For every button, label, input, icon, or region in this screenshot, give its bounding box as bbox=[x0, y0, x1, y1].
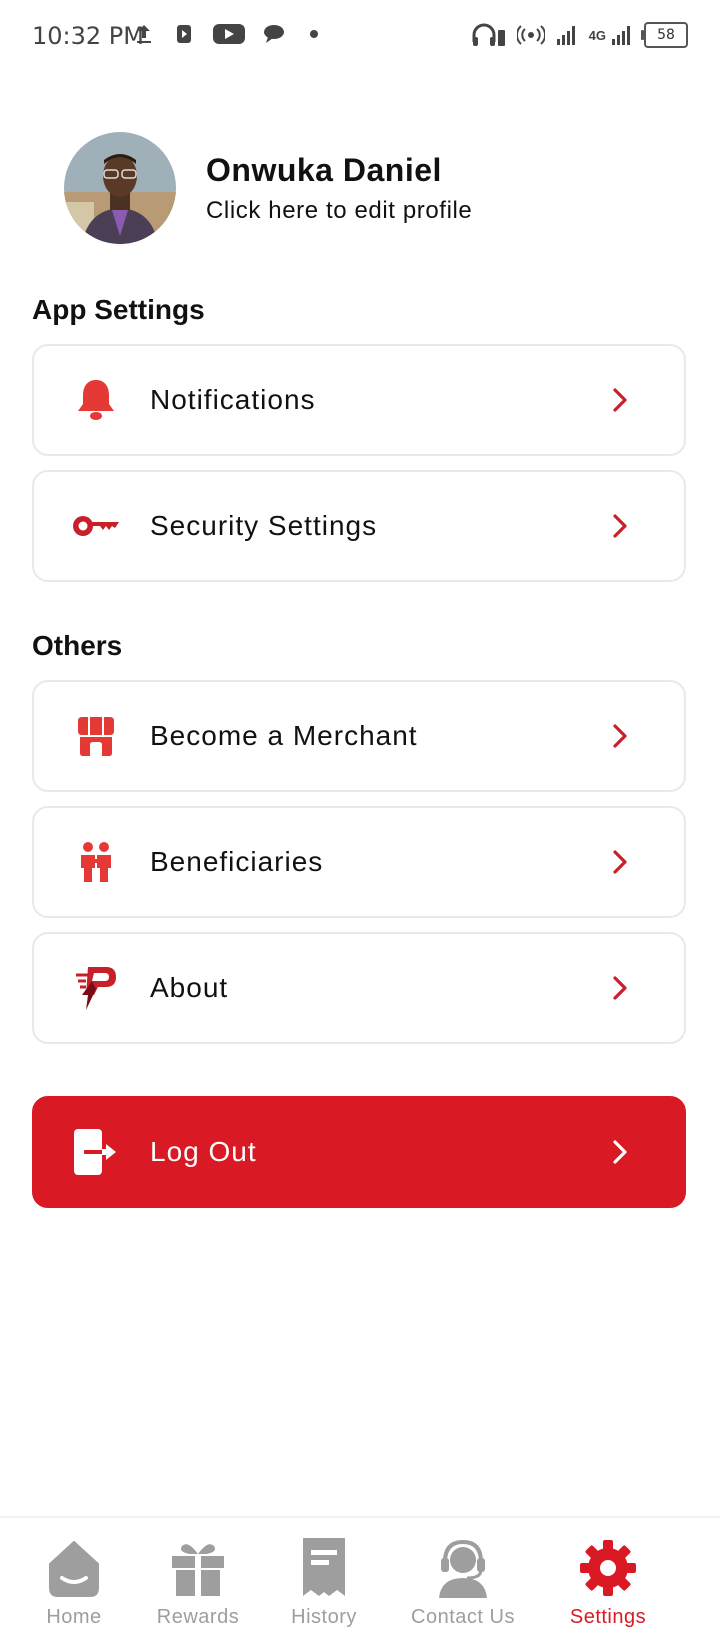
settings-item-notifications[interactable]: Notifications bbox=[32, 344, 686, 456]
settings-item-beneficiaries[interactable]: Beneficiaries bbox=[32, 806, 686, 918]
nav-label: Home bbox=[46, 1606, 102, 1628]
edit-profile-link[interactable]: Click here to edit profile bbox=[206, 197, 472, 225]
nav-label: Contact Us bbox=[411, 1606, 515, 1628]
nav-home[interactable]: Home bbox=[4, 1536, 144, 1629]
logout-button[interactable]: Log Out bbox=[32, 1096, 686, 1208]
nav-settings[interactable]: Settings bbox=[538, 1536, 678, 1629]
status-time: 10:32 PM bbox=[32, 22, 144, 50]
upload-icon bbox=[137, 25, 151, 43]
item-label: Security Settings bbox=[150, 510, 378, 541]
chevron-right-icon bbox=[613, 976, 627, 1000]
avatar[interactable] bbox=[64, 132, 176, 244]
store-icon bbox=[66, 706, 126, 766]
network-4g-label: 4G bbox=[588, 27, 606, 43]
brand-logo-icon bbox=[66, 958, 126, 1018]
signal-icon bbox=[556, 26, 575, 45]
gear-icon bbox=[538, 1536, 678, 1598]
nav-label: Rewards bbox=[156, 1606, 240, 1628]
chevron-right-icon bbox=[613, 1140, 627, 1164]
key-icon bbox=[66, 496, 126, 556]
message-icon bbox=[264, 25, 284, 43]
dot-icon bbox=[310, 30, 318, 38]
home-icon bbox=[4, 1536, 144, 1598]
people-icon bbox=[66, 832, 126, 892]
chevron-right-icon bbox=[613, 850, 627, 874]
nav-rewards[interactable]: Rewards bbox=[128, 1536, 268, 1629]
nav-label: History bbox=[291, 1606, 357, 1628]
item-label: About bbox=[150, 972, 229, 1003]
battery-icon: 58 bbox=[641, 22, 688, 48]
item-label: Become a Merchant bbox=[150, 720, 418, 751]
section-title-others: Others bbox=[32, 630, 123, 661]
settings-item-about[interactable]: About bbox=[32, 932, 686, 1044]
signal-4g-icon bbox=[612, 26, 630, 45]
section-title-app-settings: App Settings bbox=[32, 294, 205, 325]
hotspot-icon bbox=[516, 25, 545, 45]
settings-item-security[interactable]: Security Settings bbox=[32, 470, 686, 582]
youtube-icon bbox=[213, 24, 245, 44]
chevron-right-icon bbox=[613, 514, 627, 538]
item-label: Notifications bbox=[150, 384, 316, 415]
bottom-navigation: Home Rewards History Contact Us Settings bbox=[0, 1516, 720, 1642]
gift-icon bbox=[128, 1536, 268, 1598]
chevron-right-icon bbox=[613, 724, 627, 748]
item-label: Log Out bbox=[150, 1136, 257, 1167]
nav-history[interactable]: History bbox=[254, 1536, 394, 1629]
headset-icon bbox=[393, 1536, 533, 1598]
profile-header[interactable]: Onwuka Daniel Click here to edit profile bbox=[64, 132, 472, 244]
profile-name: Onwuka Daniel bbox=[206, 151, 442, 188]
nav-contact-us[interactable]: Contact Us bbox=[393, 1536, 533, 1629]
receipt-icon bbox=[254, 1536, 394, 1598]
settings-item-become-merchant[interactable]: Become a Merchant bbox=[32, 680, 686, 792]
item-label: Beneficiaries bbox=[150, 846, 324, 877]
headphones-icon bbox=[472, 23, 505, 46]
youtube-shorts-icon bbox=[177, 25, 191, 43]
status-bar: 10:32 PM 4G 58 bbox=[0, 0, 720, 72]
chevron-right-icon bbox=[613, 388, 627, 412]
bell-icon bbox=[66, 370, 126, 430]
nav-label: Settings bbox=[569, 1606, 647, 1628]
exit-icon bbox=[66, 1122, 126, 1182]
